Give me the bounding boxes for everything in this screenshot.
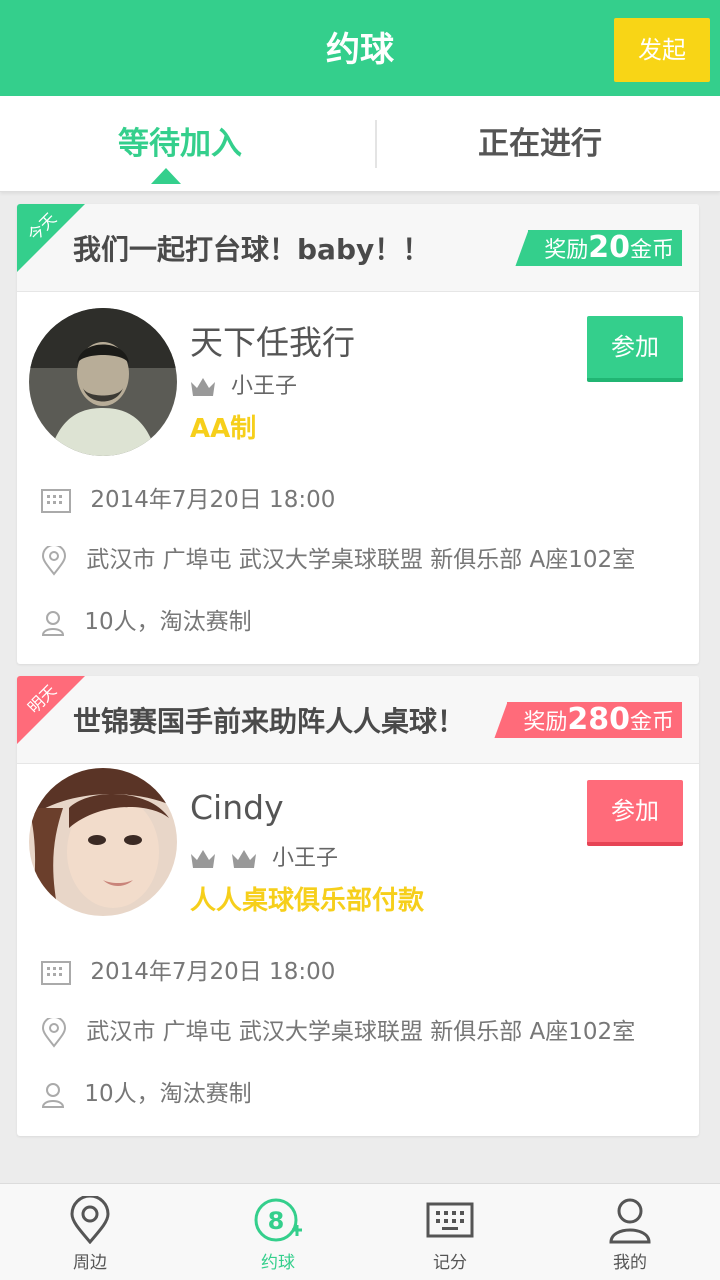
nav-label: 我的: [613, 1253, 647, 1273]
event-participants: 10人，淘汰赛制: [84, 609, 252, 635]
reward-prefix: 奖励: [523, 710, 568, 735]
reward-prefix: 奖励: [544, 238, 589, 263]
launch-button[interactable]: 发起: [614, 18, 710, 82]
nav-item-score[interactable]: 记分: [360, 1184, 540, 1280]
nav-label: 约球: [261, 1253, 295, 1273]
event-datetime-row: 2014年7月20日 18:00: [41, 952, 335, 986]
nav-label: 记分: [433, 1253, 467, 1273]
crown-icon: [191, 378, 215, 396]
event-location: 武汉市 广埠屯 武汉大学桌球联盟 新俱乐部 A座102室: [86, 1019, 636, 1045]
active-tab-indicator: [151, 168, 181, 184]
organizer-name: 天下任我行: [190, 323, 355, 362]
nav-item-games[interactable]: 8 约球: [188, 1184, 368, 1280]
svg-text:8: 8: [268, 1207, 285, 1235]
user-icon: [41, 610, 65, 636]
level-row: 小王子: [190, 840, 338, 872]
bottom-nav: 周边 8 约球 记分 我的: [0, 1183, 720, 1280]
event-datetime-row: 2014年7月20日 18:00: [41, 480, 335, 514]
reward-amount: 280: [567, 702, 630, 737]
nav-item-profile[interactable]: 我的: [540, 1184, 720, 1280]
reward-suffix: 金币: [629, 238, 674, 263]
user-icon: [609, 1198, 651, 1244]
payment-method: 人人桌球俱乐部付款: [190, 886, 425, 916]
nav-item-nearby[interactable]: 周边: [0, 1184, 180, 1280]
crown-icon: [191, 850, 215, 868]
page-title: 约球: [326, 30, 394, 70]
event-location: 武汉市 广埠屯 武汉大学桌球联盟 新俱乐部 A座102室: [86, 547, 636, 573]
event-participants: 10人，淘汰赛制: [84, 1081, 252, 1107]
reward-badge: 奖励20金币: [515, 230, 682, 266]
crown-icon: [232, 850, 256, 868]
reward-badge: 奖励280金币: [494, 702, 682, 738]
scoreboard-icon: [426, 1202, 474, 1238]
level-label: 小王子: [231, 374, 298, 399]
level-row: 小王子: [190, 368, 297, 400]
event-datetime: 2014年7月20日 18:00: [90, 487, 336, 513]
avatar[interactable]: [29, 768, 177, 916]
calendar-icon: [41, 488, 71, 513]
reward-suffix: 金币: [629, 710, 674, 735]
event-datetime: 2014年7月20日 18:00: [90, 959, 336, 985]
ball-eight-icon: 8: [254, 1198, 302, 1242]
event-card-header: 今天 我们一起打台球！baby！！ 奖励20金币: [17, 204, 699, 292]
event-location-row: 武汉市 广埠屯 武汉大学桌球联盟 新俱乐部 A座102室: [41, 540, 635, 576]
event-title: 世锦赛国手前来助阵人人桌球！: [73, 705, 466, 738]
location-pin-icon: [70, 1196, 110, 1244]
location-pin-icon: [41, 1017, 67, 1048]
tab-ongoing[interactable]: 正在进行: [360, 96, 720, 192]
event-card[interactable]: 今天 我们一起打台球！baby！！ 奖励20金币 天下任我行 小王子 AA制 参…: [17, 204, 699, 664]
event-participants-row: 10人，淘汰赛制: [41, 602, 252, 636]
avatar[interactable]: [29, 308, 177, 456]
location-pin-icon: [41, 545, 67, 576]
event-card[interactable]: 明天 世锦赛国手前来助阵人人桌球！ 奖励280金币 Cindy 小王子 人人桌球…: [17, 676, 699, 1136]
event-card-header: 明天 世锦赛国手前来助阵人人桌球！ 奖励280金币: [17, 676, 699, 764]
payment-method: AA制: [190, 414, 257, 444]
tab-bar: 等待加入 正在进行: [0, 96, 720, 192]
join-button[interactable]: 参加: [587, 316, 683, 382]
user-icon: [41, 1082, 65, 1108]
organizer-name: Cindy: [190, 788, 284, 827]
event-title: 我们一起打台球！baby！！: [73, 233, 431, 266]
calendar-icon: [41, 960, 71, 985]
join-button[interactable]: 参加: [587, 780, 683, 846]
app-header: 约球 发起: [0, 0, 720, 96]
event-location-row: 武汉市 广埠屯 武汉大学桌球联盟 新俱乐部 A座102室: [41, 1012, 635, 1048]
level-label: 小王子: [272, 846, 339, 871]
event-participants-row: 10人，淘汰赛制: [41, 1074, 252, 1108]
nav-label: 周边: [73, 1253, 107, 1273]
reward-amount: 20: [588, 230, 630, 265]
